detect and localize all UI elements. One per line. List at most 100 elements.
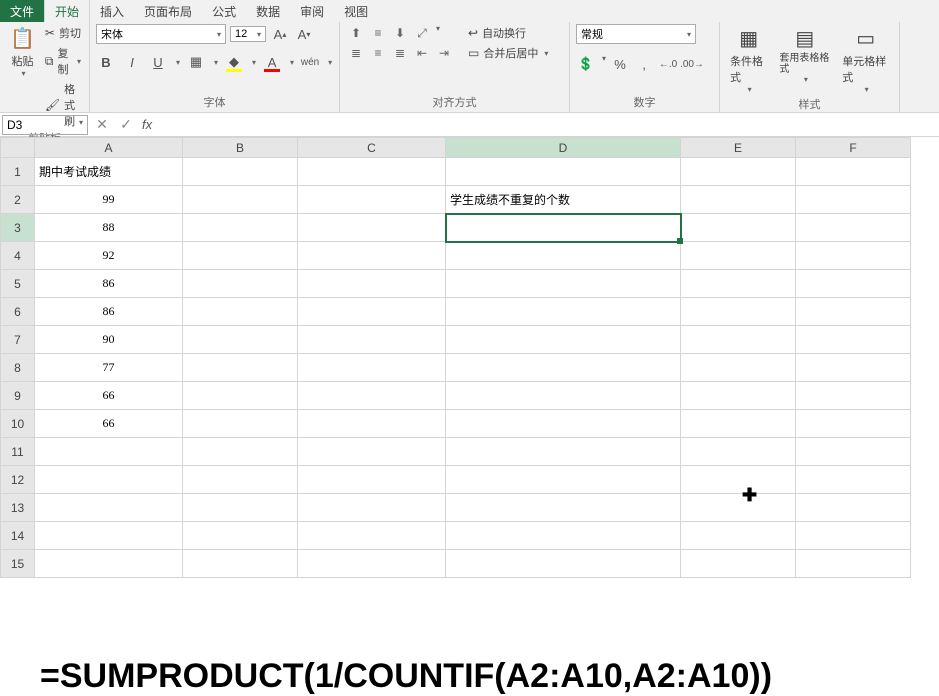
- cell-A8[interactable]: 77: [35, 354, 183, 382]
- indent-decrease-button[interactable]: ⇤: [412, 44, 432, 62]
- row-head-8[interactable]: 8: [1, 354, 35, 382]
- cell-E5[interactable]: [681, 270, 796, 298]
- cell-F13[interactable]: [796, 494, 911, 522]
- tab-data[interactable]: 数据: [246, 0, 290, 22]
- col-head-B[interactable]: B: [183, 138, 298, 158]
- cell-C2[interactable]: [298, 186, 446, 214]
- cell-B5[interactable]: [183, 270, 298, 298]
- cell-A2[interactable]: 99: [35, 186, 183, 214]
- cell-B8[interactable]: [183, 354, 298, 382]
- cell-C3[interactable]: [298, 214, 446, 242]
- align-right-button[interactable]: ≣: [390, 44, 410, 62]
- cell-D3[interactable]: [446, 214, 681, 242]
- accept-formula-button[interactable]: ✓: [114, 116, 138, 133]
- cell-E3[interactable]: [681, 214, 796, 242]
- row-head-14[interactable]: 14: [1, 522, 35, 550]
- cell-D14[interactable]: [446, 522, 681, 550]
- italic-button[interactable]: I: [122, 52, 142, 72]
- cell-A12[interactable]: [35, 466, 183, 494]
- conditional-format-button[interactable]: ▦条件格式▾: [726, 24, 771, 96]
- cell-C14[interactable]: [298, 522, 446, 550]
- copy-button[interactable]: ⧉复制▾: [43, 44, 83, 78]
- cell-F14[interactable]: [796, 522, 911, 550]
- cell-D12[interactable]: [446, 466, 681, 494]
- cell-D13[interactable]: [446, 494, 681, 522]
- tab-file[interactable]: 文件: [0, 0, 44, 22]
- cell-D15[interactable]: [446, 550, 681, 578]
- cell-F4[interactable]: [796, 242, 911, 270]
- cell-E15[interactable]: [681, 550, 796, 578]
- tab-formula[interactable]: 公式: [202, 0, 246, 22]
- percent-format-button[interactable]: %: [610, 54, 630, 74]
- cell-style-button[interactable]: ▭单元格样式▾: [838, 24, 893, 96]
- cell-F8[interactable]: [796, 354, 911, 382]
- cell-E7[interactable]: [681, 326, 796, 354]
- cell-B3[interactable]: [183, 214, 298, 242]
- cell-B9[interactable]: [183, 382, 298, 410]
- cell-B6[interactable]: [183, 298, 298, 326]
- cell-F2[interactable]: [796, 186, 911, 214]
- row-head-3[interactable]: 3: [1, 214, 35, 242]
- cancel-formula-button[interactable]: ✕: [90, 116, 114, 133]
- cell-C13[interactable]: [298, 494, 446, 522]
- tab-review[interactable]: 审阅: [290, 0, 334, 22]
- tab-view[interactable]: 视图: [334, 0, 378, 22]
- cell-F12[interactable]: [796, 466, 911, 494]
- row-head-6[interactable]: 6: [1, 298, 35, 326]
- align-left-button[interactable]: ≣: [346, 44, 366, 62]
- cell-F7[interactable]: [796, 326, 911, 354]
- cell-B11[interactable]: [183, 438, 298, 466]
- grow-font-button[interactable]: A▴: [270, 24, 290, 44]
- cell-A1[interactable]: 期中考试成绩: [35, 158, 183, 186]
- cut-button[interactable]: ✂剪切: [43, 24, 83, 42]
- cell-D7[interactable]: [446, 326, 681, 354]
- cell-A15[interactable]: [35, 550, 183, 578]
- cell-C15[interactable]: [298, 550, 446, 578]
- cell-A6[interactable]: 86: [35, 298, 183, 326]
- cell-D6[interactable]: [446, 298, 681, 326]
- formula-bar-input[interactable]: [156, 116, 939, 134]
- cell-D1[interactable]: [446, 158, 681, 186]
- cell-E4[interactable]: [681, 242, 796, 270]
- number-format-select[interactable]: 常规▾: [576, 24, 696, 44]
- fx-icon[interactable]: fx: [138, 117, 156, 132]
- cell-E12[interactable]: [681, 466, 796, 494]
- wrap-text-button[interactable]: ↩自动换行: [466, 24, 550, 42]
- cell-D8[interactable]: [446, 354, 681, 382]
- row-head-15[interactable]: 15: [1, 550, 35, 578]
- cell-B1[interactable]: [183, 158, 298, 186]
- cell-D2[interactable]: 学生成绩不重复的个数: [446, 186, 681, 214]
- cell-A10[interactable]: 66: [35, 410, 183, 438]
- cell-D4[interactable]: [446, 242, 681, 270]
- col-head-C[interactable]: C: [298, 138, 446, 158]
- cell-D9[interactable]: [446, 382, 681, 410]
- cell-C9[interactable]: [298, 382, 446, 410]
- cell-B10[interactable]: [183, 410, 298, 438]
- cell-C1[interactable]: [298, 158, 446, 186]
- cell-C5[interactable]: [298, 270, 446, 298]
- increase-decimal-button[interactable]: ←.0: [658, 54, 678, 74]
- cell-E14[interactable]: [681, 522, 796, 550]
- cell-E2[interactable]: [681, 186, 796, 214]
- decrease-decimal-button[interactable]: .00→: [682, 54, 702, 74]
- row-head-1[interactable]: 1: [1, 158, 35, 186]
- col-head-D[interactable]: D: [446, 138, 681, 158]
- cell-C11[interactable]: [298, 438, 446, 466]
- cell-B13[interactable]: [183, 494, 298, 522]
- row-head-4[interactable]: 4: [1, 242, 35, 270]
- cell-A7[interactable]: 90: [35, 326, 183, 354]
- cell-F11[interactable]: [796, 438, 911, 466]
- cell-E1[interactable]: [681, 158, 796, 186]
- font-color-button[interactable]: A: [262, 52, 282, 72]
- cell-E8[interactable]: [681, 354, 796, 382]
- cell-A3[interactable]: 88: [35, 214, 183, 242]
- shrink-font-button[interactable]: A▾: [294, 24, 314, 44]
- border-button[interactable]: ▦: [186, 52, 206, 72]
- comma-format-button[interactable]: ,: [634, 54, 654, 74]
- font-name-select[interactable]: 宋体▾: [96, 24, 226, 44]
- cell-B12[interactable]: [183, 466, 298, 494]
- cell-E13[interactable]: [681, 494, 796, 522]
- row-head-7[interactable]: 7: [1, 326, 35, 354]
- cell-F10[interactable]: [796, 410, 911, 438]
- col-head-A[interactable]: A: [35, 138, 183, 158]
